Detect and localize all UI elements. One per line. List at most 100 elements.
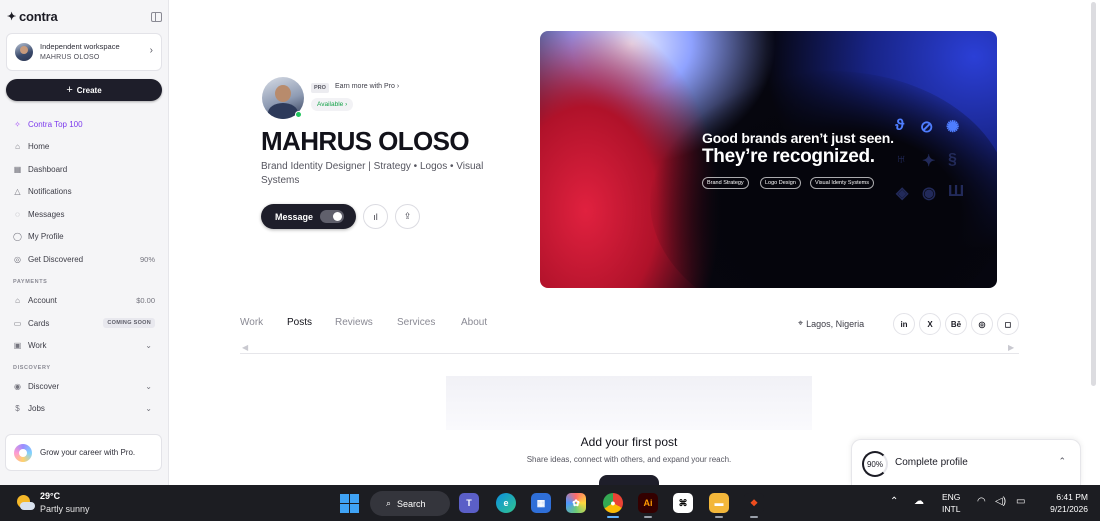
tab-work[interactable]: Work [240, 317, 263, 328]
win-tile [340, 494, 349, 503]
win-tile [340, 504, 349, 513]
capcut-icon[interactable]: ⌘ [673, 493, 693, 513]
weather-icon[interactable] [15, 493, 35, 513]
tab-about[interactable]: About [461, 317, 487, 328]
teams-icon[interactable]: T [459, 493, 479, 513]
message-button[interactable]: Message [261, 204, 356, 229]
behance-icon[interactable]: Bē [945, 313, 967, 335]
x-twitter-icon[interactable]: X [919, 313, 941, 335]
profile-main: PRO Earn more with Pro › Available › MAH… [170, 0, 1100, 485]
edge-icon[interactable]: e [496, 493, 516, 513]
brand-mark-icon: ϑ [895, 117, 905, 134]
running-indicator [607, 516, 619, 518]
tab-reviews[interactable]: Reviews [335, 317, 373, 328]
illustrator-icon[interactable]: Ai [638, 493, 658, 513]
profile-name: MAHRUS OLOSO [261, 126, 470, 156]
sidebar-item-label: Get Discovered [28, 254, 84, 264]
progress-percent: 90% [866, 459, 883, 469]
workspace-switcher[interactable]: Independent workspace MAHRUS OLOSO › [6, 33, 162, 71]
file-explorer-icon[interactable]: ▬ [709, 493, 729, 513]
cloud-sync-icon[interactable]: ☁ [914, 496, 924, 507]
language-code: ENG [942, 492, 961, 502]
wifi-icon[interactable]: ◠ [977, 496, 986, 507]
dashboard-icon: ▦ [13, 164, 22, 174]
bell-icon: △ [14, 186, 21, 196]
pro-badge-icon [14, 443, 32, 462]
taskbar-search[interactable]: ⌕ Search [370, 491, 450, 516]
search-icon: ⌕ [386, 498, 392, 508]
win-tile [350, 494, 359, 503]
create-button[interactable]: + Create [6, 79, 162, 101]
sidebar-item-discover[interactable]: ◉ Discover ⌄ [0, 378, 169, 394]
brand-mark-icon: ◈ [896, 185, 909, 202]
brand-name: contra [19, 9, 58, 24]
sidebar-item-label: My Profile [28, 231, 64, 241]
create-label: Create [76, 85, 102, 95]
complete-profile-widget[interactable]: 90% Complete profile ⌃ [851, 439, 1081, 485]
sidebar-item-account[interactable]: ⌂ Account $0.00 [0, 292, 169, 308]
plus-icon: + [66, 84, 73, 96]
cloud-shape [20, 502, 35, 510]
chevron-right-icon: › [345, 101, 348, 108]
sidebar-item-jobs[interactable]: $ Jobs ⌄ [0, 400, 169, 416]
sidebar-item-messages[interactable]: ◌ Messages [0, 206, 169, 222]
brand-logo[interactable]: ✦ contra [7, 9, 58, 24]
copilot-icon[interactable]: ✿ [566, 493, 586, 513]
chrome-icon[interactable]: ● [603, 493, 623, 513]
chevron-up-icon[interactable]: ⌃ [1058, 456, 1066, 467]
discover-icon: ◉ [14, 381, 21, 391]
linkedin-icon[interactable]: in [893, 313, 915, 335]
battery-icon[interactable]: ▭ [1016, 496, 1025, 507]
weather-condition[interactable]: Partly sunny [40, 504, 90, 514]
scroll-right-icon[interactable]: ▶ [1008, 343, 1014, 352]
language-indicator[interactable]: ENG INTL [942, 491, 960, 515]
page-scrollbar[interactable] [1091, 2, 1096, 386]
earn-more-link[interactable]: Earn more with Pro › [335, 83, 399, 90]
sidebar-item-top-100[interactable]: ✧ Contra Top 100 [0, 116, 169, 132]
sidebar-item-label: Contra Top 100 [28, 119, 83, 129]
progress-ring: 90% [862, 451, 888, 477]
pro-upsell-text: Grow your career with Pro. [40, 448, 136, 457]
brand-mark-icon: ✺ [946, 119, 960, 136]
sidebar-item-my-profile[interactable]: ◯ My Profile [0, 228, 169, 244]
sidebar-item-label: Discover [28, 381, 60, 391]
banner-chip: Visual Identy Systems [810, 177, 875, 189]
chevron-up-icon[interactable]: ⌃ [890, 496, 898, 507]
availability-badge[interactable]: Available › [311, 98, 354, 111]
sidebar-item-home[interactable]: ⌂ Home [0, 138, 169, 154]
stats-button[interactable]: ıl [363, 204, 388, 229]
contra-logo-icon: ✦ [7, 11, 17, 23]
windows-start-icon[interactable] [340, 494, 359, 513]
chevron-right-icon: › [149, 45, 153, 56]
store-icon[interactable]: ▦ [531, 493, 551, 513]
app-window: ✦ contra Independent workspace MAHRUS OL… [0, 0, 1100, 485]
running-indicator [715, 516, 723, 518]
system-clock[interactable]: 6:41 PM 9/21/2026 [1040, 491, 1088, 515]
banner-line-1: Good brands aren’t just seen. [702, 130, 894, 146]
clock-date: 9/21/2026 [1050, 504, 1088, 514]
sidebar-item-get-discovered[interactable]: ◎ Get Discovered 90% [0, 251, 169, 267]
card-icon: ▭ [13, 318, 22, 328]
scroll-left-icon[interactable]: ◀ [242, 343, 248, 352]
collapse-sidebar-icon[interactable] [151, 12, 162, 22]
sidebar-item-work[interactable]: ▣ Work ⌄ [0, 337, 169, 353]
create-post-button[interactable] [599, 475, 659, 485]
bar-chart-icon: ıl [373, 211, 378, 222]
message-toggle[interactable] [320, 210, 344, 223]
dribbble-icon[interactable]: ◎ [971, 313, 993, 335]
instagram-icon[interactable]: ◻ [997, 313, 1019, 335]
share-button[interactable]: ⇪ [395, 204, 420, 229]
sidebar-item-dashboard[interactable]: ▦ Dashboard [0, 161, 169, 177]
sidebar-item-cards[interactable]: ▭ Cards COMING SOON [0, 315, 169, 331]
tab-posts[interactable]: Posts [287, 317, 312, 328]
volume-icon[interactable]: ◁) [995, 496, 1006, 507]
section-discovery: DISCOVERY [13, 365, 51, 371]
availability-label: Available [317, 101, 344, 108]
location-label: Lagos, Nigeria [806, 318, 865, 329]
weather-temp[interactable]: 29°C [40, 491, 60, 501]
figma-icon[interactable]: ❖ [744, 493, 764, 513]
sidebar-item-notifications[interactable]: △ Notifications [0, 183, 169, 199]
brand-mark-icon: ◉ [922, 185, 936, 202]
tab-services[interactable]: Services [397, 317, 435, 328]
pro-upsell-card[interactable]: Grow your career with Pro. [5, 434, 162, 471]
